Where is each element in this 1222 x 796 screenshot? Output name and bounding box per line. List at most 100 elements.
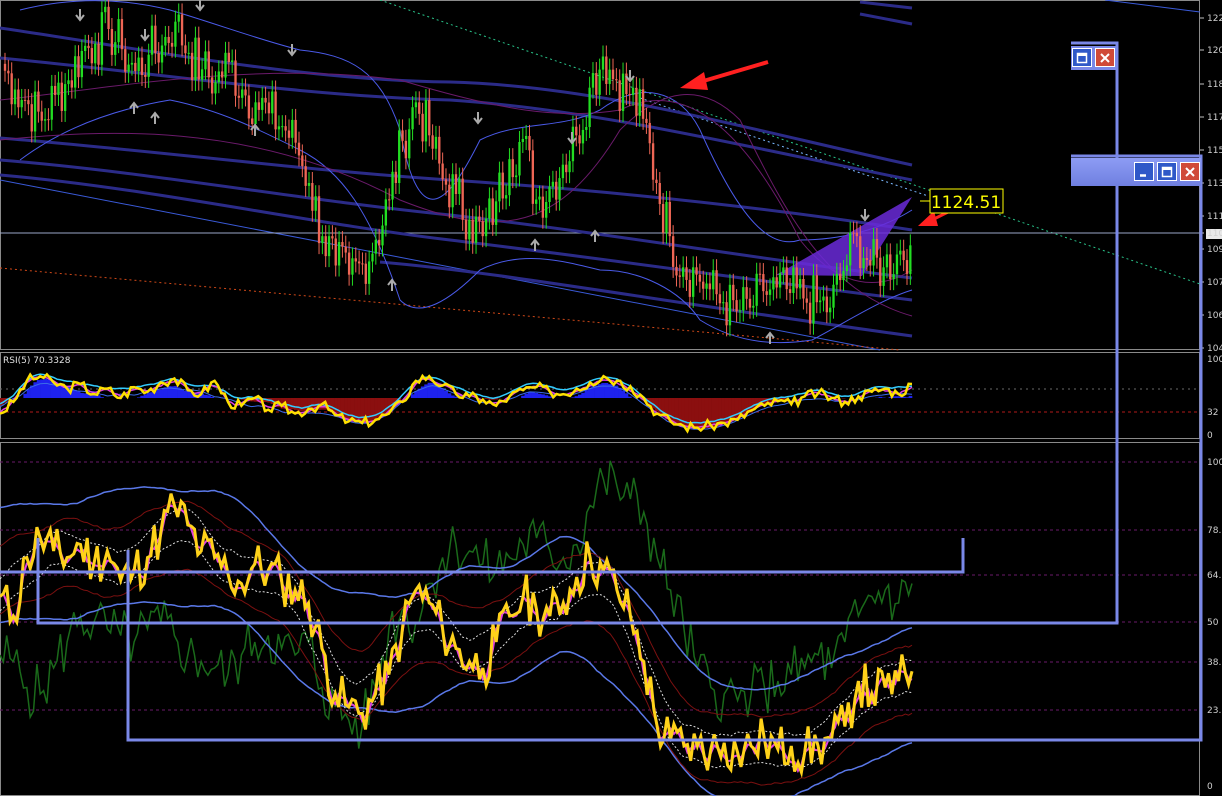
candle-body	[190, 52, 194, 81]
rsi-hist-bar	[731, 398, 736, 421]
candle-body	[438, 136, 441, 164]
price-tick-label: 109	[1207, 245, 1222, 255]
rsi-hist-bar	[721, 398, 726, 424]
candle-body	[80, 51, 84, 78]
rsi-hist-bar	[384, 398, 388, 414]
candle-body	[277, 126, 281, 130]
rsi-hist-bar	[447, 393, 452, 398]
candle-body	[67, 80, 70, 85]
rsi-hist-bar	[584, 390, 589, 398]
candle-body	[84, 45, 87, 51]
candle-body	[297, 142, 301, 156]
candle-body	[17, 89, 20, 108]
candle-body	[33, 91, 37, 132]
candle-body	[618, 80, 621, 112]
rsi-hist-bar	[681, 398, 686, 428]
rsi-hist-bar	[524, 393, 529, 398]
candle-body	[508, 159, 511, 196]
candle-body	[608, 69, 611, 84]
candle-body	[879, 257, 882, 286]
candle-body	[194, 37, 197, 81]
rsi-hist-bar	[734, 398, 739, 419]
candle-body	[474, 216, 478, 243]
candle-body	[271, 91, 274, 114]
rsi-hist-bar	[547, 396, 552, 398]
restore-button[interactable]	[1072, 48, 1092, 67]
rsi-hist-bar	[143, 394, 148, 398]
candle-body	[314, 196, 317, 211]
candle-body	[601, 56, 605, 70]
candle-body	[518, 142, 521, 176]
rsi-hist-bar	[410, 394, 415, 398]
candle-body	[738, 310, 742, 312]
price-tag: 1124.51	[920, 188, 1004, 214]
candle-body	[204, 51, 207, 70]
candle-body	[177, 14, 180, 22]
candle-body	[27, 100, 30, 105]
candle-body	[374, 239, 377, 254]
candle-body	[424, 100, 428, 142]
candle-body	[458, 178, 461, 194]
candle-body	[718, 294, 722, 304]
candle-body	[859, 236, 862, 269]
lower-tick-label: 78.6	[1207, 526, 1222, 536]
candle-body	[388, 199, 391, 201]
candle-body	[555, 181, 558, 200]
candle-body	[294, 119, 297, 143]
candle-body	[57, 82, 60, 95]
candle-body	[217, 71, 220, 83]
candle-body	[778, 273, 782, 288]
close-button[interactable]	[1180, 162, 1200, 181]
candle-body	[531, 150, 535, 204]
candle-body	[428, 100, 431, 136]
close-button[interactable]	[1095, 48, 1115, 67]
candle-body	[628, 94, 631, 96]
candle-body	[87, 45, 90, 49]
candle-body	[124, 49, 127, 72]
rsi-tick-label: 100	[1207, 355, 1222, 365]
candle-body	[324, 236, 327, 257]
candle-body	[621, 73, 625, 112]
candle-body	[762, 274, 765, 292]
candle-body	[281, 126, 284, 128]
candle-body	[394, 171, 398, 183]
candle-body	[287, 130, 291, 138]
candle-body	[364, 263, 367, 284]
candle-body	[130, 62, 134, 65]
minimize-button[interactable]	[1134, 162, 1154, 181]
candle-body	[431, 135, 434, 149]
candle-body	[735, 300, 738, 312]
price-tick-label: 115	[1207, 146, 1222, 156]
rsi-hist-bar	[694, 398, 699, 430]
rsi-hist-bar	[347, 398, 352, 420]
candle-body	[341, 242, 344, 247]
candle-body	[411, 107, 414, 130]
candle-body	[391, 171, 394, 200]
maximize-button[interactable]	[1157, 162, 1177, 181]
candle-body	[832, 284, 835, 308]
candle-body	[311, 183, 314, 211]
rsi-hist-bar	[571, 397, 575, 398]
candle-body	[197, 37, 200, 80]
candle-body	[224, 52, 227, 78]
candle-body	[645, 118, 648, 123]
candle-body	[200, 69, 204, 80]
candle-body	[521, 139, 524, 143]
candle-body	[127, 64, 130, 72]
candle-body	[107, 6, 110, 30]
candle-body	[157, 53, 160, 63]
candle-body	[535, 199, 538, 204]
rsi-hist-bar	[46, 379, 51, 398]
rsi-hist-bar	[654, 398, 659, 412]
rsi-hist-bar	[334, 398, 338, 414]
candle-body	[745, 287, 748, 299]
candle-body	[317, 196, 321, 244]
candle-body	[451, 174, 454, 208]
candle-body	[855, 232, 859, 237]
price-tag-text: 1124.51	[931, 193, 1001, 213]
candle-body	[675, 266, 678, 276]
candle-body	[595, 73, 598, 95]
candle-body	[237, 95, 241, 98]
candle-body	[678, 275, 681, 277]
candle-body	[708, 283, 712, 290]
